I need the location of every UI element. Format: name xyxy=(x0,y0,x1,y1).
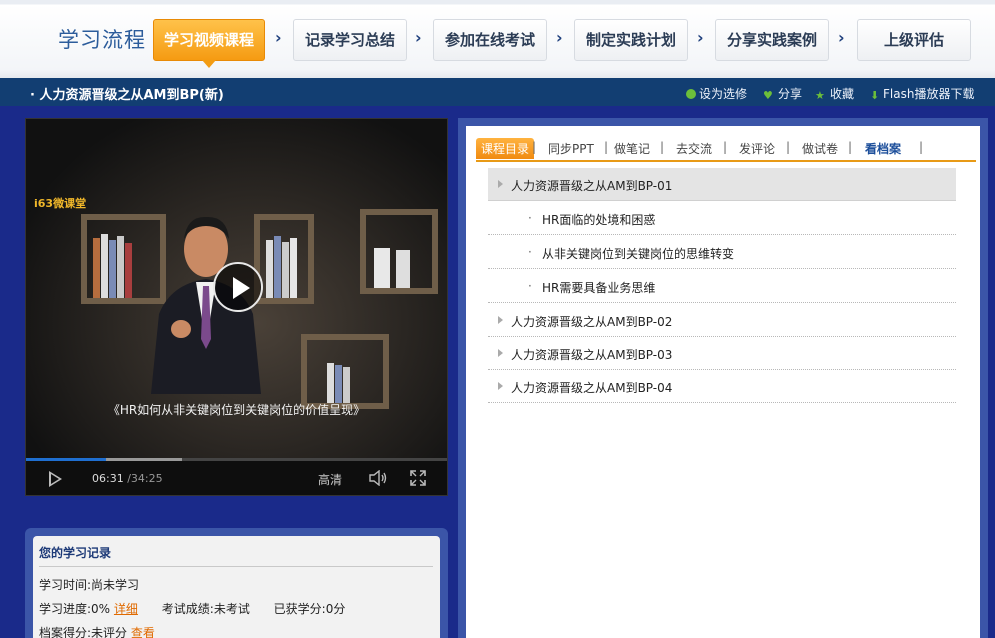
step-practice-plan[interactable]: 制定实践计划 xyxy=(574,19,688,61)
study-progress-row: 学习进度:0% 详细 考试成绩:未考试 已获学分:0分 xyxy=(39,602,346,616)
download-icon: ⬇ xyxy=(870,89,880,102)
caret-right-icon xyxy=(498,316,503,324)
video-subtitle: 《HR如何从非关键岗位到关键岗位的价值呈现》 xyxy=(107,403,366,417)
quality-button[interactable]: 高清 xyxy=(318,471,342,488)
play-icon[interactable] xyxy=(49,471,62,487)
play-overlay-button[interactable] xyxy=(213,262,263,312)
caret-right-icon xyxy=(498,382,503,390)
process-title: 学习流程 xyxy=(58,28,146,52)
study-record-title: 您的学习记录 xyxy=(39,546,112,560)
flash-download-link[interactable]: ⬇ Flash播放器下载 xyxy=(870,85,974,102)
chevron-right-icon: › xyxy=(556,28,563,47)
toc-subitem[interactable]: · 从非关键岗位到关键岗位的思维转变 xyxy=(488,236,956,269)
toc-item[interactable]: 人力资源晋级之从AM到BP-01 xyxy=(488,168,956,201)
heart-icon: ♥ xyxy=(763,89,773,102)
course-title-bar: · 人力资源晋级之从AM到BP(新) 设为选修 ♥ 分享 ★ 收藏 ⬇ Flash播放… xyxy=(0,78,995,106)
learning-process-bar: 学习流程 学习视频课程 › 记录学习总结 › 参加在线考试 › 制定实践计划 ›… xyxy=(0,0,995,78)
favorite-button[interactable]: ★ 收藏 xyxy=(815,85,854,102)
divider xyxy=(39,566,433,567)
bullet-icon: · xyxy=(528,211,532,225)
duration: /34:25 xyxy=(127,472,163,485)
study-record-box: 您的学习记录 学习时间:尚未学习 学习进度:0% 详细 考试成绩:未考试 已获学… xyxy=(33,536,440,638)
course-title: · 人力资源晋级之从AM到BP(新) xyxy=(30,88,224,103)
share-button[interactable]: ♥ 分享 xyxy=(763,85,802,102)
video-controls: 06:31 /34:25 高清 xyxy=(26,461,447,495)
bullet-icon: · xyxy=(528,279,532,293)
toc-item[interactable]: 人力资源晋级之从AM到BP-03 xyxy=(488,337,956,370)
caret-right-icon xyxy=(498,349,503,357)
step-record-summary[interactable]: 记录学习总结 xyxy=(293,19,407,61)
detail-link[interactable]: 详细 xyxy=(114,602,138,616)
step-online-exam[interactable]: 参加在线考试 xyxy=(433,19,547,61)
current-time: 06:31 xyxy=(92,472,124,485)
toc-item[interactable]: 人力资源晋级之从AM到BP-04 xyxy=(488,370,956,403)
bullet-icon: · xyxy=(528,245,532,259)
toc-subitem[interactable]: · HR面临的处境和困惑 xyxy=(488,202,956,235)
course-panel-content: 课程目录 | 同步PPT | 做笔记 | 去交流 | 发评论 | 做试卷 | 看… xyxy=(466,126,980,638)
toc-subitem[interactable]: · HR需要具备业务思维 xyxy=(488,270,956,303)
tab-exam[interactable]: 做试卷 xyxy=(802,140,838,157)
step-watch-video[interactable]: 学习视频课程 xyxy=(153,19,265,68)
shelf-decoration xyxy=(360,209,438,294)
video-player[interactable]: i63微课堂 《HR如何从非关键岗位到关键岗位的价值呈现》 06:31 /34:… xyxy=(25,118,448,496)
tab-ppt[interactable]: 同步PPT xyxy=(548,140,594,157)
step-supervisor-review[interactable]: 上级评估 xyxy=(857,19,971,61)
chevron-right-icon: › xyxy=(838,28,845,47)
tab-discuss[interactable]: 去交流 xyxy=(676,140,712,157)
chevron-right-icon: › xyxy=(415,28,422,47)
watermark-logo: i63微课堂 xyxy=(34,197,87,210)
study-time-row: 学习时间:尚未学习 xyxy=(39,578,140,592)
star-icon: ★ xyxy=(815,89,825,102)
video-frame[interactable]: i63微课堂 《HR如何从非关键岗位到关键岗位的价值呈现》 xyxy=(26,119,447,459)
shelf-decoration xyxy=(301,334,389,409)
tab-archive[interactable]: 看档案 xyxy=(865,140,901,157)
course-side-panel: 课程目录 | 同步PPT | 做笔记 | 去交流 | 发评论 | 做试卷 | 看… xyxy=(458,118,988,638)
chevron-right-icon: › xyxy=(697,28,704,47)
fullscreen-icon[interactable] xyxy=(410,470,426,486)
study-record-panel: 您的学习记录 学习时间:尚未学习 学习进度:0% 详细 考试成绩:未考试 已获学… xyxy=(25,528,448,638)
tab-notes[interactable]: 做笔记 xyxy=(614,140,650,157)
plus-circle-icon xyxy=(686,89,696,99)
time-display: 06:31 /34:25 xyxy=(92,472,163,485)
step-share-case[interactable]: 分享实践案例 xyxy=(715,19,829,61)
set-elective-button[interactable]: 设为选修 xyxy=(686,85,747,102)
panel-tabs: 课程目录 | 同步PPT | 做笔记 | 去交流 | 发评论 | 做试卷 | 看… xyxy=(476,138,976,162)
toc-item[interactable]: 人力资源晋级之从AM到BP-02 xyxy=(488,304,956,337)
caret-right-icon xyxy=(498,180,503,188)
volume-icon[interactable] xyxy=(368,470,388,486)
chevron-right-icon: › xyxy=(275,28,282,47)
view-link[interactable]: 查看 xyxy=(131,626,155,638)
tab-comment[interactable]: 发评论 xyxy=(739,140,775,157)
archive-score-row: 档案得分:未评分 查看 xyxy=(39,626,155,638)
tab-catalog[interactable]: 课程目录 xyxy=(476,138,535,159)
